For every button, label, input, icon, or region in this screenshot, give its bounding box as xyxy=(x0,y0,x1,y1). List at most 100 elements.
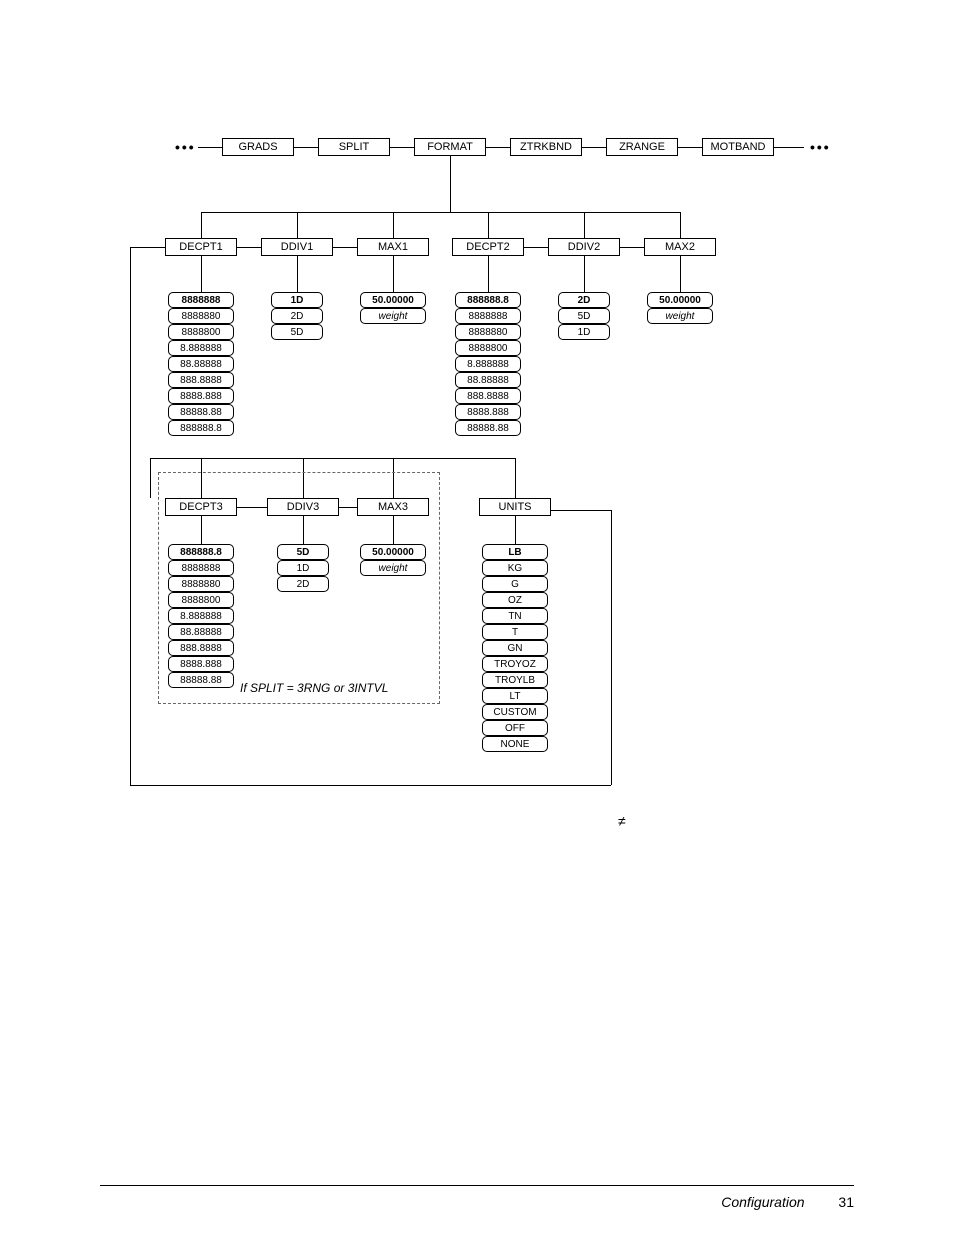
node-ddiv1: DDIV1 xyxy=(261,238,333,256)
conn-line xyxy=(774,147,804,148)
opt-units-9: LT xyxy=(482,688,548,704)
node-decpt2: DECPT2 xyxy=(452,238,524,256)
opt-units-3: OZ xyxy=(482,592,548,608)
opt-decpt3-8: 88888.88 xyxy=(168,672,234,688)
opt-decpt3-0: 888888.8 xyxy=(168,544,234,560)
opt-decpt1-4: 88.88888 xyxy=(168,356,234,372)
opt-decpt1-6: 8888.888 xyxy=(168,388,234,404)
conn-line xyxy=(201,256,202,292)
node-grads: GRADS xyxy=(222,138,294,156)
opt-decpt1-2: 8888800 xyxy=(168,324,234,340)
conn-line xyxy=(515,458,516,498)
conn-line xyxy=(130,785,611,786)
opt-decpt3-5: 88.88888 xyxy=(168,624,234,640)
opt-units-6: GN xyxy=(482,640,548,656)
node-max1: MAX1 xyxy=(357,238,429,256)
conn-line xyxy=(488,256,489,292)
opt-units-5: T xyxy=(482,624,548,640)
node-split: SPLIT xyxy=(318,138,390,156)
opt-max1-0: 50.00000 xyxy=(360,292,426,308)
conn-line xyxy=(584,212,585,238)
opt-decpt3-2: 8888880 xyxy=(168,576,234,592)
opt-ddiv2-1: 5D xyxy=(558,308,610,324)
opt-units-7: TROYOZ xyxy=(482,656,548,672)
conn-line xyxy=(450,156,451,212)
opt-decpt2-2: 8888880 xyxy=(455,324,521,340)
conn-line xyxy=(198,147,222,148)
conn-line xyxy=(393,256,394,292)
opt-units-2: G xyxy=(482,576,548,592)
conn-line xyxy=(678,147,702,148)
opt-decpt3-4: 8.888888 xyxy=(168,608,234,624)
opt-decpt2-7: 8888.888 xyxy=(455,404,521,420)
node-units: UNITS xyxy=(479,498,551,516)
conn-line xyxy=(488,212,489,238)
conn-line xyxy=(201,212,680,213)
conn-line xyxy=(524,247,548,248)
conn-line xyxy=(620,247,644,248)
conn-line xyxy=(582,147,606,148)
opt-ddiv2-2: 1D xyxy=(558,324,610,340)
opt-decpt1-0: 8888888 xyxy=(168,292,234,308)
opt-ddiv3-0: 5D xyxy=(277,544,329,560)
neq-symbol: ≠ xyxy=(618,813,626,829)
conn-line xyxy=(390,147,414,148)
conn-line xyxy=(486,147,510,148)
opt-ddiv1-1: 2D xyxy=(271,308,323,324)
node-decpt1: DECPT1 xyxy=(165,238,237,256)
conn-line xyxy=(150,458,515,459)
opt-ddiv1-0: 1D xyxy=(271,292,323,308)
conn-line xyxy=(680,212,681,238)
ellipsis-right: ••• xyxy=(810,139,831,155)
conn-line xyxy=(333,247,357,248)
split-note: If SPLIT = 3RNG or 3INTVL xyxy=(240,681,388,695)
node-ddiv2: DDIV2 xyxy=(548,238,620,256)
conn-line xyxy=(611,510,612,785)
conn-line xyxy=(680,256,681,292)
node-format: FORMAT xyxy=(414,138,486,156)
opt-max3-0: 50.00000 xyxy=(360,544,426,560)
opt-ddiv1-2: 5D xyxy=(271,324,323,340)
opt-decpt1-3: 8.888888 xyxy=(168,340,234,356)
node-zrange: ZRANGE xyxy=(606,138,678,156)
ellipsis-left: ••• xyxy=(175,139,196,155)
conn-line xyxy=(584,256,585,292)
opt-units-11: OFF xyxy=(482,720,548,736)
opt-decpt1-5: 888.8888 xyxy=(168,372,234,388)
conn-line xyxy=(294,147,318,148)
opt-decpt2-1: 8888888 xyxy=(455,308,521,324)
opt-units-4: TN xyxy=(482,608,548,624)
opt-decpt2-3: 8888800 xyxy=(455,340,521,356)
page-footer: Configuration 31 xyxy=(100,1185,854,1210)
opt-decpt2-4: 8.888888 xyxy=(455,356,521,372)
opt-decpt2-6: 888.8888 xyxy=(455,388,521,404)
opt-decpt1-7: 88888.88 xyxy=(168,404,234,420)
opt-decpt2-0: 888888.8 xyxy=(455,292,521,308)
opt-max2-1: weight xyxy=(647,308,713,324)
opt-decpt3-3: 8888800 xyxy=(168,592,234,608)
conn-line xyxy=(150,458,151,498)
node-motband: MOTBAND xyxy=(702,138,774,156)
opt-decpt1-8: 888888.8 xyxy=(168,420,234,436)
conn-line xyxy=(237,247,261,248)
opt-units-10: CUSTOM xyxy=(482,704,548,720)
conn-line xyxy=(130,247,131,785)
opt-decpt2-5: 88.88888 xyxy=(455,372,521,388)
opt-max3-1: weight xyxy=(360,560,426,576)
opt-max1-1: weight xyxy=(360,308,426,324)
opt-units-12: NONE xyxy=(482,736,548,752)
conn-line xyxy=(515,516,516,544)
footer-page: 31 xyxy=(838,1194,854,1210)
opt-ddiv3-2: 2D xyxy=(277,576,329,592)
opt-units-8: TROYLB xyxy=(482,672,548,688)
opt-ddiv2-0: 2D xyxy=(558,292,610,308)
opt-max2-0: 50.00000 xyxy=(647,292,713,308)
opt-decpt1-1: 8888880 xyxy=(168,308,234,324)
conn-line xyxy=(201,212,202,238)
opt-decpt2-8: 88888.88 xyxy=(455,420,521,436)
opt-units-0: LB xyxy=(482,544,548,560)
node-ztrkbnd: ZTRKBND xyxy=(510,138,582,156)
opt-ddiv3-1: 1D xyxy=(277,560,329,576)
opt-units-1: KG xyxy=(482,560,548,576)
node-max2: MAX2 xyxy=(644,238,716,256)
